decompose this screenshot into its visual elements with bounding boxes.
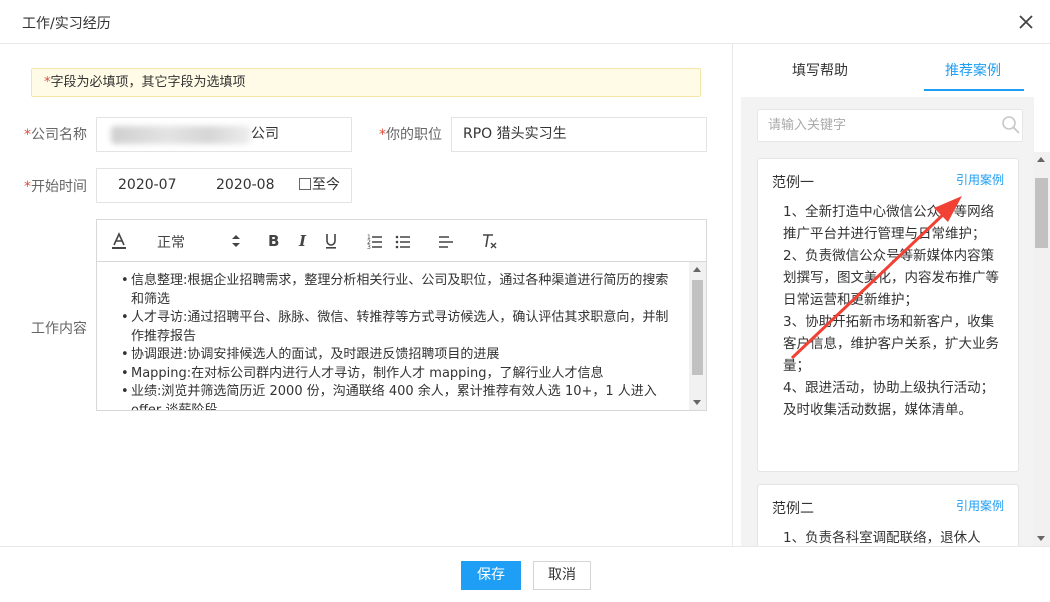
dialog-footer: 保存 取消 — [0, 546, 1050, 602]
scroll-up-arrow-icon[interactable] — [693, 267, 701, 272]
editor-content[interactable]: 信息整理:根据企业招聘需求，整理分析相关行业、公司及职位，通过各种渠道进行简历的… — [97, 262, 690, 410]
editor-scrollbar[interactable] — [689, 262, 706, 410]
keyword-search-input[interactable] — [757, 109, 1023, 142]
case-body: 1、负责各科室调配联络，退休人 — [783, 527, 1001, 546]
bold-icon[interactable]: B — [267, 231, 281, 251]
list-item: 人才寻访:通过招聘平台、脉脉、微信、转推荐等方式寻访候选人，确认评估其求职意向，… — [121, 309, 690, 346]
start-time-label: *开始时间 — [24, 176, 87, 196]
scroll-down-arrow-icon[interactable] — [1037, 536, 1045, 541]
position-label-text: 你的职位 — [386, 127, 442, 143]
bullet-list-icon[interactable] — [395, 231, 411, 251]
start-required-star: * — [24, 179, 31, 195]
list-item: 信息整理:根据企业招聘需求，整理分析相关行业、公司及职位，通过各种渠道进行简历的… — [121, 272, 690, 309]
cancel-button[interactable]: 取消 — [533, 561, 591, 590]
company-label-text: 公司名称 — [31, 127, 87, 143]
company-input[interactable]: 公司 — [96, 117, 352, 152]
tab-fill-help[interactable]: 填写帮助 — [792, 60, 848, 80]
checkbox-box — [299, 178, 311, 190]
start-date-input[interactable]: 2020-07 — [118, 169, 177, 202]
rich-text-editor: 正常 B I 1 2 3 • 信息整理:根据企业招聘需求，整理分析相关行业、公司… — [96, 219, 707, 411]
cases-scrollbar[interactable] — [1033, 152, 1050, 546]
company-required-star: * — [24, 127, 31, 143]
svg-text:B: B — [268, 232, 279, 250]
italic-icon[interactable]: I — [297, 231, 309, 251]
active-tab-indicator — [924, 89, 1024, 91]
position-required-star: * — [379, 127, 386, 143]
content-label: 工作内容 — [31, 321, 87, 337]
list-item: 协调跟进:协调安排候选人的面试，及时跟进反馈招聘项目的进展 — [121, 346, 690, 365]
scroll-thumb[interactable] — [1035, 178, 1048, 248]
position-input[interactable]: RPO 猎头实习生 — [451, 117, 707, 152]
company-label: *公司名称 — [24, 124, 87, 144]
cite-case-link[interactable]: 引用案例 — [956, 497, 1004, 514]
until-now-label: 至今 — [312, 177, 340, 193]
search-icon[interactable] — [1001, 115, 1021, 135]
position-value: RPO 猎头实习生 — [463, 126, 567, 142]
company-value-suffix: 公司 — [251, 126, 279, 142]
align-left-icon[interactable] — [438, 231, 454, 251]
case-line: 4、跟进活动，协助上级执行活动；及时收集活动数据，媒体清单。 — [783, 380, 995, 418]
required-notice: *字段为必填项，其它字段为选填项 — [31, 68, 701, 97]
chevron-updown-icon[interactable] — [231, 231, 241, 251]
list-item: 业绩:浏览并筛选简历近 2000 份，沟通联络 400 余人，累计推荐有效人选 … — [121, 383, 690, 410]
ordered-list-icon[interactable]: 1 2 3 — [367, 231, 383, 251]
until-now-checkbox[interactable]: 至今 — [299, 169, 340, 202]
scroll-up-arrow-icon[interactable] — [1037, 157, 1045, 162]
dialog-title: 工作/实习经历 — [22, 16, 111, 32]
case-line: 1、负责各科室调配联络，退休人 — [783, 530, 981, 546]
editor-toolbar: 正常 B I 1 2 3 — [97, 220, 706, 262]
clear-format-icon[interactable] — [481, 231, 497, 251]
notice-text: 字段为必填项，其它字段为选填项 — [50, 75, 246, 90]
start-time-label-text: 开始时间 — [31, 179, 87, 195]
font-size-select[interactable]: 正常 — [157, 232, 185, 252]
case-card: 范例二 引用案例 1、负责各科室调配联络，退休人 — [757, 484, 1019, 546]
underline-icon[interactable] — [324, 231, 338, 251]
dialog-titlebar: 工作/实习经历 — [0, 0, 1050, 44]
scroll-down-arrow-icon[interactable] — [693, 400, 701, 405]
position-label: *你的职位 — [379, 124, 442, 144]
save-button[interactable]: 保存 — [461, 561, 521, 590]
end-date-input[interactable]: 2020-08 — [216, 169, 275, 202]
svg-text:I: I — [298, 232, 307, 250]
scroll-thumb[interactable] — [692, 280, 703, 375]
form-panel: *字段为必填项，其它字段为选填项 *公司名称 公司 *你的职位 RPO 猎头实习… — [0, 44, 732, 546]
svg-text:3: 3 — [367, 244, 371, 251]
time-range-field: 2020-07 2020-08 至今 — [96, 168, 352, 203]
font-color-icon[interactable] — [111, 231, 127, 251]
redacted-blur — [111, 126, 251, 144]
case-title: 范例二 — [772, 501, 814, 517]
close-icon[interactable] — [1016, 12, 1036, 32]
tab-recommended-cases[interactable]: 推荐案例 — [945, 60, 1001, 80]
list-item: Mapping:在对标公司群内进行人才寻访，制作人才 mapping，了解行业人… — [121, 365, 690, 384]
annotation-arrow-icon — [790, 196, 962, 360]
